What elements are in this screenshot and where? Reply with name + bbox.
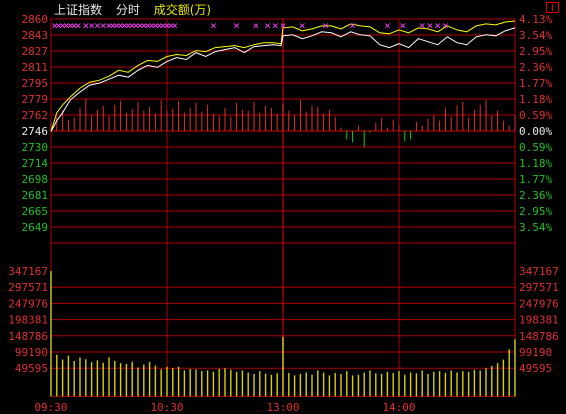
price-tick-label: 2762 [22, 109, 49, 122]
price-tick-label: 2730 [22, 141, 49, 154]
volume-tick-label: 148786 [8, 330, 48, 343]
signal-marker: × [233, 19, 240, 32]
volume-tick-label: 297571 [8, 281, 48, 294]
time-tick-label: 10:30 [150, 401, 183, 414]
signal-marker: × [427, 19, 434, 32]
signal-marker: × [299, 19, 306, 32]
chart-header: 上证指数 分时 成交额(万) [54, 2, 221, 18]
percent-tick-label: 2.36% [519, 61, 552, 74]
volume-tick-label-right: 198381 [519, 314, 559, 327]
percent-tick-label: 1.18% [519, 93, 552, 106]
price-tick-label: 2698 [22, 173, 49, 186]
index-name: 上证指数 [54, 3, 103, 17]
volume-tick-label-right: 347167 [519, 265, 559, 278]
signal-marker: × [75, 19, 82, 32]
percent-tick-label: 3.54% [519, 29, 552, 42]
volume-tick-label: 49595 [15, 362, 48, 375]
percent-tick-label: 0.59% [519, 141, 552, 154]
signal-marker: × [272, 19, 279, 32]
volume-tick-label-right: 148786 [519, 330, 559, 343]
percent-tick-label: 2.36% [519, 189, 552, 202]
percent-tick-label: 1.77% [519, 77, 552, 90]
signal-marker: × [264, 19, 271, 32]
signal-marker: × [384, 19, 391, 32]
price-tick-label: 2779 [22, 93, 49, 106]
volume-tick-label-right: 99190 [519, 346, 552, 359]
percent-tick-label: 0.59% [519, 109, 552, 122]
volume-tick-label-right: 297571 [519, 281, 559, 294]
left-price-axis: 2860 2843 2827 2811 2795 2779 2762 2746 2730 2714… [22, 13, 49, 234]
time-axis: 09:30 10:30 13:00 14:00 [34, 401, 415, 414]
time-tick-label: 09:30 [34, 401, 67, 414]
signal-marker: × [400, 19, 407, 32]
price-tick-label: 2665 [22, 205, 49, 218]
signal-marker: × [434, 19, 441, 32]
percent-tick-label: 1.18% [519, 157, 552, 170]
intraday-chart[interactable]: 2860 2843 2827 2811 2795 2779 2762 2746 2730 2714… [0, 0, 566, 414]
volume-tick-label: 347167 [8, 265, 48, 278]
price-tick-label: 2714 [22, 157, 49, 170]
percent-tick-label: 4.13% [519, 13, 552, 26]
signal-marker: × [280, 19, 287, 32]
panel-toggle-icon[interactable] [546, 2, 559, 13]
time-tick-label: 13:00 [266, 401, 299, 414]
signal-marker: × [322, 19, 329, 32]
right-percent-axis: 4.13% 3.54% 2.95% 2.36% 1.77% 1.18% 0.59% 0.00%… [519, 13, 552, 234]
volume-tick-label-right: 247976 [519, 297, 559, 310]
time-tick-label: 14:00 [382, 401, 415, 414]
signal-markers: ××××××× × × × × ×××××××××××××××××× × × × × × × × × × × ×… [52, 19, 449, 32]
volume-tick-label: 198381 [8, 314, 48, 327]
volume-tick-label-right: 49595 [519, 362, 552, 375]
volume-tick-label: 99190 [15, 346, 48, 359]
volume-tick-label: 247976 [8, 297, 48, 310]
percent-tick-label: 2.95% [519, 205, 552, 218]
percent-tick-label: 3.54% [519, 221, 552, 234]
signal-marker: × [253, 19, 260, 32]
price-tick-label: 2811 [22, 61, 49, 74]
price-tick-label: 2827 [22, 45, 49, 58]
price-tick-label: 2795 [22, 77, 49, 90]
price-tick-label: 2649 [22, 221, 49, 234]
price-tick-label: 2681 [22, 189, 49, 202]
percent-tick-label: 1.77% [519, 173, 552, 186]
signal-marker: × [210, 19, 217, 32]
signal-marker: × [349, 19, 356, 32]
price-tick-label: 2843 [22, 29, 49, 42]
signal-marker: × [419, 19, 426, 32]
price-tick-label: 2860 [22, 13, 49, 26]
percent-tick-label: 2.95% [519, 45, 552, 58]
signal-marker: × [442, 19, 449, 32]
price-tick-label: 2746 [22, 125, 49, 138]
percent-tick-label: 0.00% [519, 125, 552, 138]
signal-marker: × [171, 19, 178, 32]
volume-label: 成交额(万) [153, 3, 212, 17]
view-mode[interactable]: 分时 [116, 3, 140, 17]
